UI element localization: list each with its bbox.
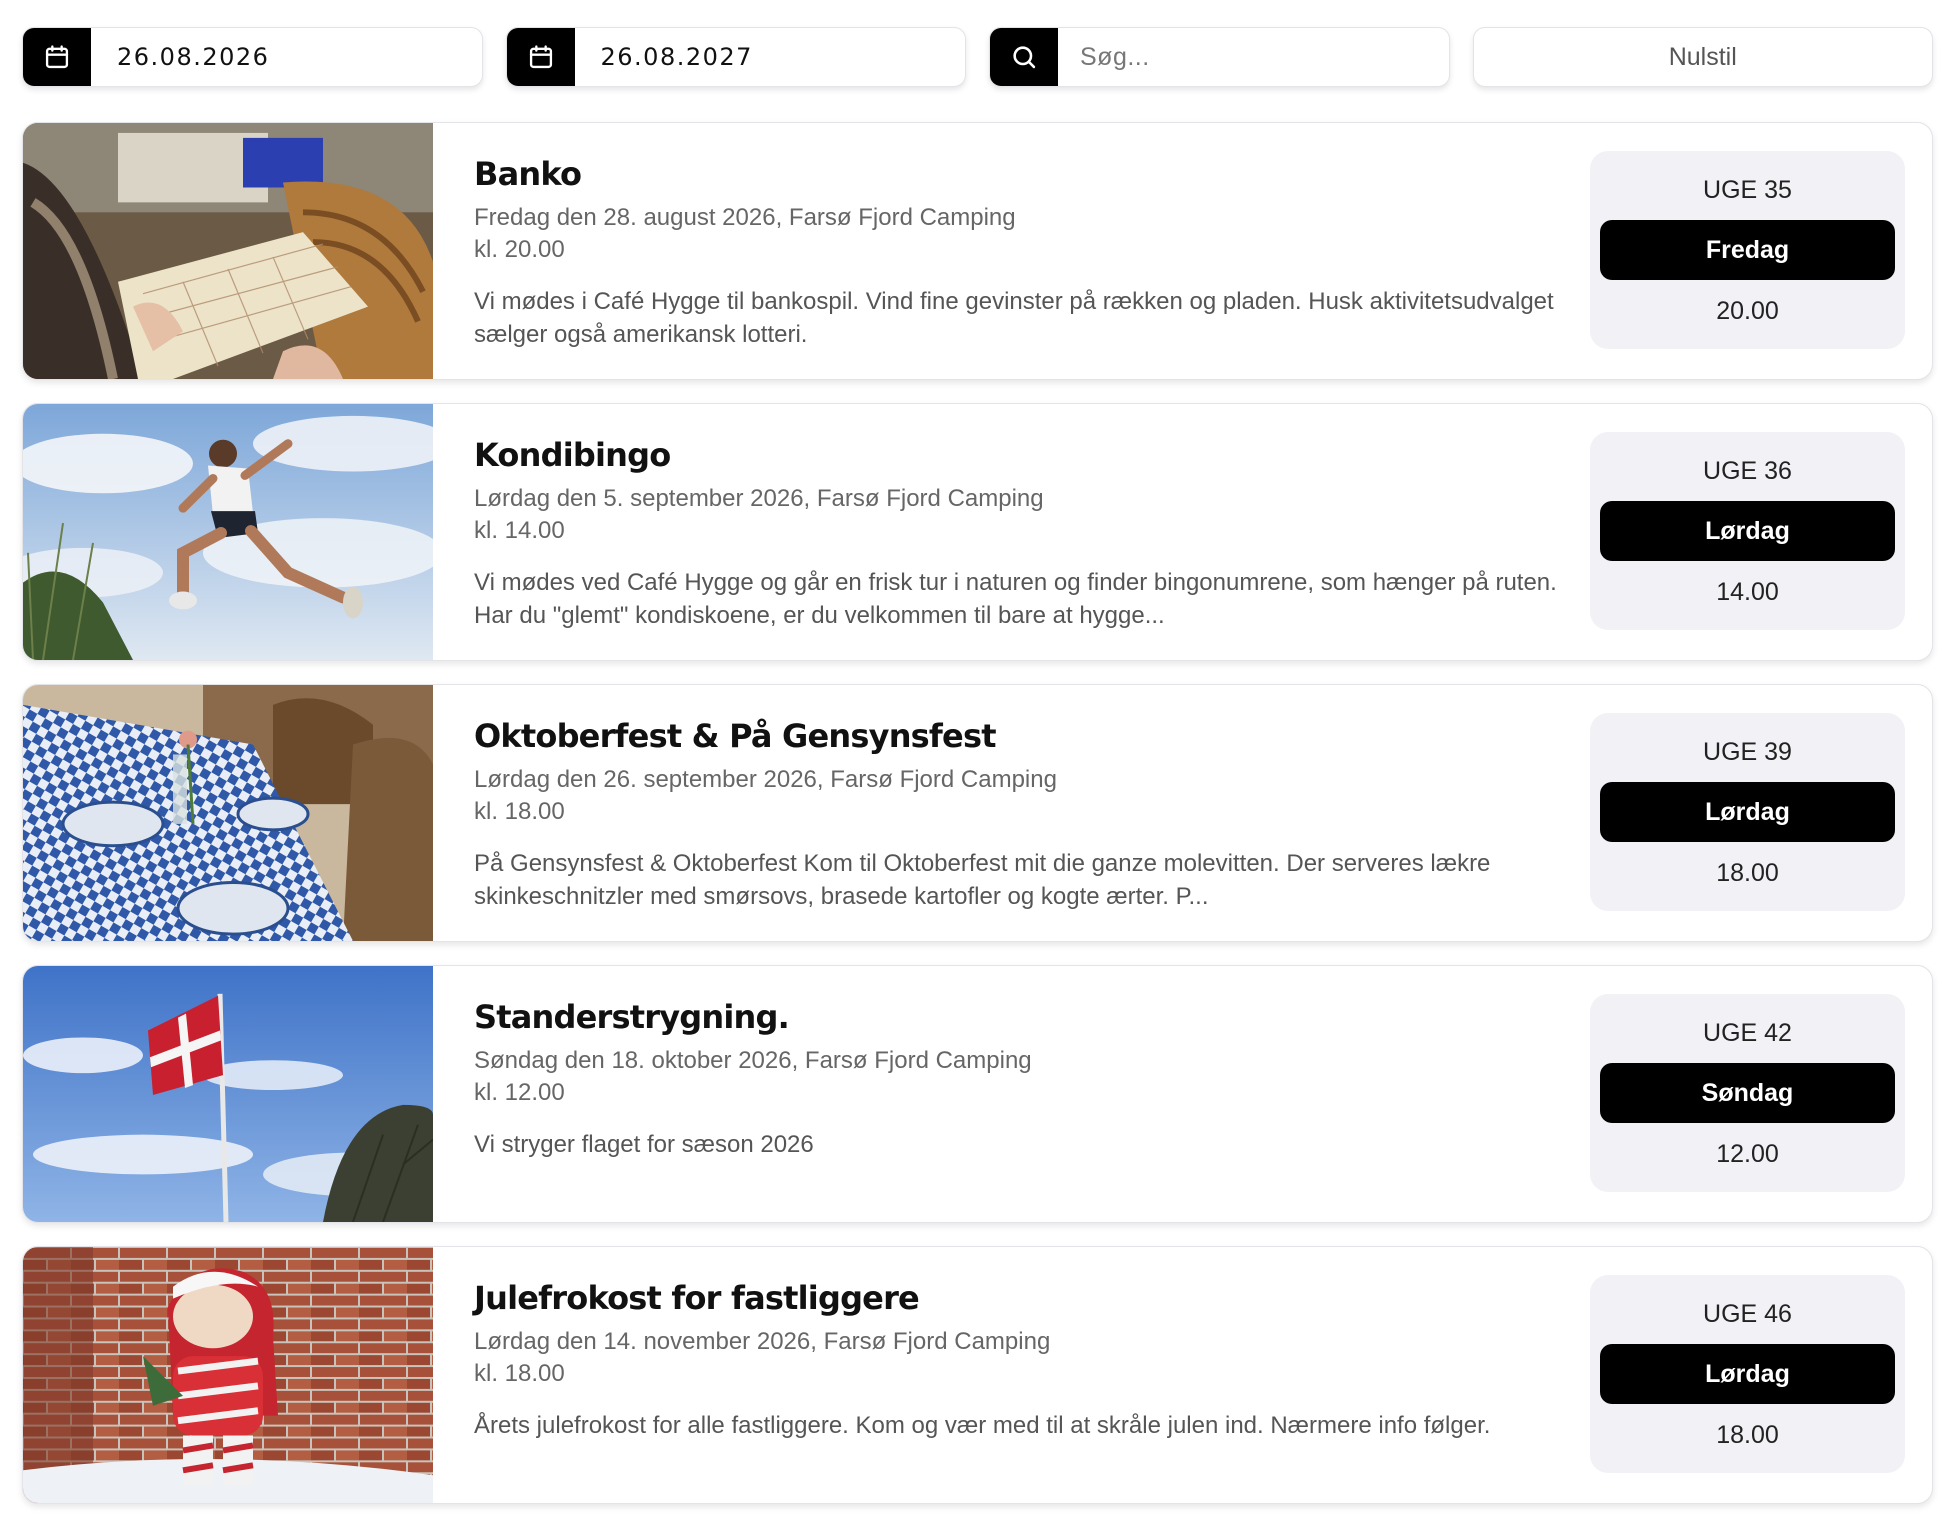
- event-card[interactable]: Standerstrygning. Søndag den 18. oktober…: [22, 965, 1933, 1223]
- event-day-button[interactable]: Lørdag: [1600, 501, 1895, 561]
- event-description: Vi mødes ved Café Hygge og går en frisk …: [474, 569, 1557, 629]
- event-hour: 14.00: [1716, 578, 1779, 606]
- event-card[interactable]: Julefrokost for fastliggere Lørdag den 1…: [22, 1246, 1933, 1504]
- event-week: UGE 36: [1703, 457, 1792, 485]
- event-description: Årets julefrokost for alle fastliggere. …: [474, 1412, 1491, 1439]
- calendar-icon[interactable]: [23, 28, 91, 86]
- bingo-card-photo: [23, 123, 433, 379]
- reset-button[interactable]: Nulstil: [1472, 27, 1933, 87]
- event-card[interactable]: Banko Fredag den 28. august 2026, Farsø …: [22, 122, 1933, 380]
- search-field[interactable]: Søg...: [989, 27, 1450, 87]
- search-input[interactable]: Søg...: [1058, 28, 1449, 86]
- event-description: Vi mødes i Café Hygge til bankospil. Vin…: [474, 288, 1554, 348]
- event-date-badge: UGE 42 Søndag 12.00: [1590, 994, 1905, 1192]
- event-week: UGE 46: [1703, 1300, 1792, 1328]
- event-date-badge: UGE 35 Fredag 20.00: [1590, 151, 1905, 349]
- to-date-input[interactable]: 26.08.2027: [575, 28, 966, 86]
- event-date-badge: UGE 39 Lørdag 18.00: [1590, 713, 1905, 911]
- event-day-button[interactable]: Lørdag: [1600, 782, 1895, 842]
- jumping-runner-photo: [23, 404, 433, 660]
- search-icon[interactable]: [990, 28, 1058, 86]
- event-day-button[interactable]: Fredag: [1600, 220, 1895, 280]
- event-hour: 12.00: [1716, 1140, 1779, 1168]
- event-date-badge: UGE 36 Lørdag 14.00: [1590, 432, 1905, 630]
- from-date-input[interactable]: 26.08.2026: [91, 28, 482, 86]
- event-hour: 18.00: [1716, 1421, 1779, 1449]
- event-list: Banko Fredag den 28. august 2026, Farsø …: [22, 122, 1933, 1527]
- event-week: UGE 39: [1703, 738, 1792, 766]
- event-day-button[interactable]: Lørdag: [1600, 1344, 1895, 1404]
- event-description: På Gensynsfest & Oktoberfest Kom til Okt…: [474, 850, 1491, 910]
- calendar-icon[interactable]: [506, 28, 575, 86]
- event-date-badge: UGE 46 Lørdag 18.00: [1590, 1275, 1905, 1473]
- from-date-field[interactable]: 26.08.2026: [22, 27, 483, 87]
- to-date-field[interactable]: 26.08.2027: [505, 27, 966, 87]
- oktoberfest-table-photo: [23, 685, 433, 941]
- event-card[interactable]: Oktoberfest & På Gensynsfest Lørdag den …: [22, 684, 1933, 942]
- event-hour: 20.00: [1716, 297, 1779, 325]
- event-card[interactable]: Kondibingo Lørdag den 5. september 2026,…: [22, 403, 1933, 661]
- event-hour: 18.00: [1716, 859, 1779, 887]
- filter-bar: 26.08.2026 26.08.2027 Søg... Nulstil: [22, 27, 1933, 87]
- event-week: UGE 35: [1703, 176, 1792, 204]
- event-description: Vi stryger flaget for sæson 2026: [474, 1131, 814, 1158]
- event-day-button[interactable]: Søndag: [1600, 1063, 1895, 1123]
- christmas-elf-photo: [23, 1247, 433, 1503]
- event-week: UGE 42: [1703, 1019, 1792, 1047]
- danish-flag-photo: [23, 966, 433, 1222]
